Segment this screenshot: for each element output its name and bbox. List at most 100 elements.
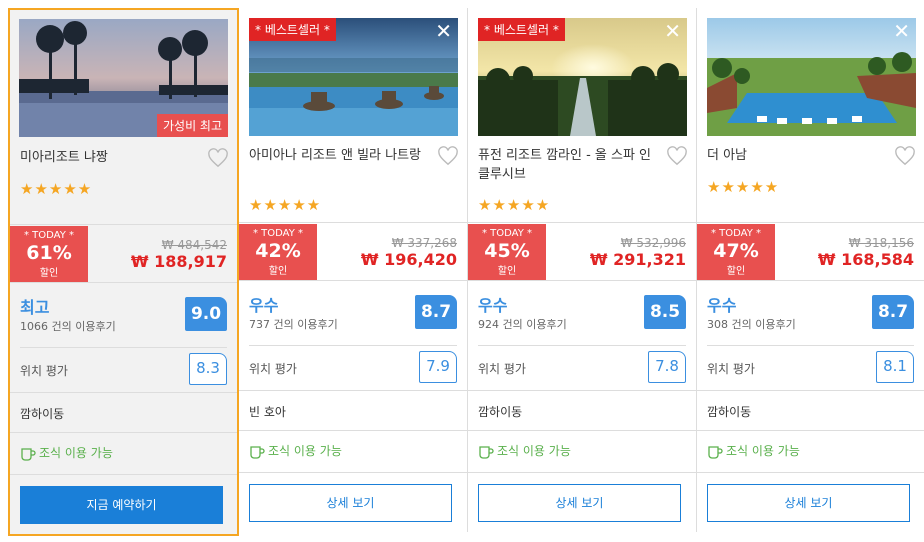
close-icon[interactable]: ✕ xyxy=(893,20,910,42)
close-icon[interactable]: ✕ xyxy=(435,20,452,42)
location-label: 위치 평가 xyxy=(249,362,297,376)
coffee-cup-icon xyxy=(250,445,265,459)
heart-outline-icon[interactable] xyxy=(437,146,459,166)
review-score: 8.5 xyxy=(644,295,686,329)
hotel-name[interactable]: 미아리조트 냐짱 xyxy=(20,148,202,167)
divider xyxy=(10,432,237,433)
location-score: 8.3 xyxy=(189,353,227,385)
close-icon[interactable]: ✕ xyxy=(664,20,681,42)
divider xyxy=(697,390,924,391)
location-score: 7.8 xyxy=(648,351,686,383)
area-name: 깜하이동 xyxy=(707,405,752,419)
divider xyxy=(239,472,467,473)
hotel-name[interactable]: 퓨전 리조트 깜라인 - 올 스파 인클루시브 xyxy=(478,146,660,184)
divider xyxy=(697,280,924,281)
sale-price: ₩ 188,917 xyxy=(130,252,227,271)
hotel-comparison-strip: 가성비 최고 미아리조트 냐짱 ★★★★★ * TODAY * 61% 할인 ₩… xyxy=(0,0,924,542)
divider xyxy=(239,222,467,223)
review-count[interactable]: 308 건의 이용후기 xyxy=(707,316,796,332)
review-count[interactable]: 1066 건의 이용후기 xyxy=(20,318,116,334)
divider xyxy=(468,222,696,223)
review-score: 8.7 xyxy=(872,295,914,329)
divider xyxy=(10,392,237,393)
breakfast-info: 조식 이용 가능 xyxy=(707,442,800,459)
view-details-button[interactable]: 상세 보기 xyxy=(707,484,910,522)
hotel-card-3[interactable]: ✕ 더 아남 ★★★★★ * TODAY * 47% 할인 ₩ 318,156 … xyxy=(697,8,924,536)
breakfast-text: 조식 이용 가능 xyxy=(726,444,800,458)
location-label: 위치 평가 xyxy=(20,364,68,378)
hotel-card-2[interactable]: * 베스트셀러 * ✕ 퓨전 리조트 깜라인 - 올 스파 인클루시브 ★★★★… xyxy=(468,8,696,536)
divider xyxy=(478,345,686,346)
view-details-button[interactable]: 상세 보기 xyxy=(249,484,452,522)
rating-word: 우수 xyxy=(249,296,279,315)
divider xyxy=(707,345,914,346)
coffee-cup-icon xyxy=(479,445,494,459)
today-discount-badge: * TODAY * 47% 할인 xyxy=(697,224,775,280)
hotel-photo[interactable]: ✕ xyxy=(707,18,916,136)
hotel-photo[interactable]: * 베스트셀러 * ✕ xyxy=(478,18,687,136)
divider xyxy=(468,472,696,473)
value-badge: 가성비 최고 xyxy=(156,114,228,137)
discount-percent: 45% xyxy=(484,240,530,262)
star-rating: ★★★★★ xyxy=(478,196,551,214)
divider xyxy=(10,474,237,475)
today-label: * TODAY * xyxy=(23,230,75,241)
discount-label: 할인 xyxy=(726,266,746,277)
divider xyxy=(468,430,696,431)
today-label: * TODAY * xyxy=(252,228,304,239)
discount-percent: 47% xyxy=(713,240,759,262)
original-price: ₩ 532,996 xyxy=(620,236,686,250)
hotel-name[interactable]: 아미아나 리조트 앤 빌라 나트랑 xyxy=(249,146,431,165)
hotel-name[interactable]: 더 아남 xyxy=(707,146,889,165)
today-label: * TODAY * xyxy=(481,228,533,239)
divider xyxy=(468,390,696,391)
original-price: ₩ 337,268 xyxy=(391,236,457,250)
review-count[interactable]: 924 건의 이용후기 xyxy=(478,316,567,332)
coffee-cup-icon xyxy=(708,445,723,459)
hotel-card-1[interactable]: * 베스트셀러 * ✕ 아미아나 리조트 앤 빌라 나트랑 ★★★★★ * TO… xyxy=(239,8,467,536)
rating-word: 우수 xyxy=(478,296,508,315)
discount-label: 할인 xyxy=(497,266,517,277)
star-rating: ★★★★★ xyxy=(20,180,93,198)
breakfast-text: 조식 이용 가능 xyxy=(39,446,113,460)
book-now-button[interactable]: 지금 예약하기 xyxy=(20,486,223,524)
divider xyxy=(468,280,696,281)
discount-label: 할인 xyxy=(39,268,59,279)
heart-outline-icon[interactable] xyxy=(666,146,688,166)
star-rating: ★★★★★ xyxy=(249,196,322,214)
area-name: 빈 호아 xyxy=(249,405,286,419)
location-score: 7.9 xyxy=(419,351,457,383)
breakfast-info: 조식 이용 가능 xyxy=(478,442,571,459)
divider xyxy=(697,222,924,223)
heart-outline-icon[interactable] xyxy=(894,146,916,166)
location-label: 위치 평가 xyxy=(478,362,526,376)
divider xyxy=(239,390,467,391)
hotel-photo[interactable]: * 베스트셀러 * ✕ xyxy=(249,18,458,136)
hotel-photo[interactable]: 가성비 최고 xyxy=(19,19,228,137)
review-score: 9.0 xyxy=(185,297,227,331)
divider xyxy=(20,347,227,348)
today-discount-badge: * TODAY * 61% 할인 xyxy=(10,226,88,282)
review-count[interactable]: 737 건의 이용후기 xyxy=(249,316,338,332)
bestseller-badge: * 베스트셀러 * xyxy=(478,18,565,41)
today-discount-badge: * TODAY * 45% 할인 xyxy=(468,224,546,280)
heart-outline-icon[interactable] xyxy=(207,148,229,168)
discount-label: 할인 xyxy=(268,266,288,277)
location-label: 위치 평가 xyxy=(707,362,755,376)
original-price: ₩ 318,156 xyxy=(848,236,914,250)
sale-price: ₩ 168,584 xyxy=(817,250,914,269)
divider xyxy=(10,282,237,283)
original-price: ₩ 484,542 xyxy=(161,238,227,252)
divider xyxy=(10,224,237,225)
divider xyxy=(697,430,924,431)
today-label: * TODAY * xyxy=(710,228,762,239)
divider xyxy=(697,472,924,473)
breakfast-text: 조식 이용 가능 xyxy=(268,444,342,458)
today-discount-badge: * TODAY * 42% 할인 xyxy=(239,224,317,280)
view-details-button[interactable]: 상세 보기 xyxy=(478,484,681,522)
area-name: 깜하이동 xyxy=(20,407,65,421)
breakfast-info: 조식 이용 가능 xyxy=(249,442,342,459)
star-rating: ★★★★★ xyxy=(707,178,780,196)
hotel-card-0[interactable]: 가성비 최고 미아리조트 냐짱 ★★★★★ * TODAY * 61% 할인 ₩… xyxy=(8,8,239,536)
sale-price: ₩ 196,420 xyxy=(360,250,457,269)
